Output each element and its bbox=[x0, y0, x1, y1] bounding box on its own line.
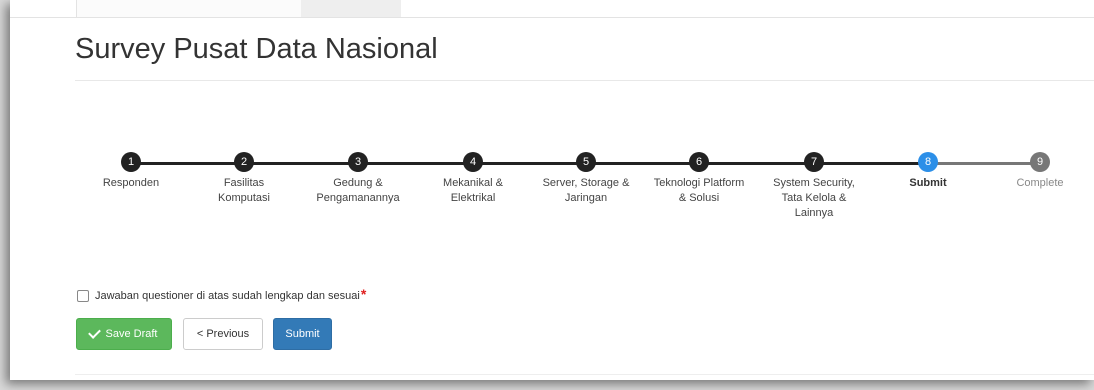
step-mekanikal-elektrikal[interactable]: 4 Mekanikal & Elektrikal bbox=[408, 152, 538, 206]
previous-label: < Previous bbox=[196, 328, 250, 340]
save-draft-button[interactable]: Save Draft bbox=[76, 318, 172, 350]
step-label: Submit bbox=[909, 177, 947, 189]
required-asterisk: * bbox=[360, 286, 367, 302]
step-number: 8 bbox=[918, 152, 938, 172]
step-number: 2 bbox=[234, 152, 254, 172]
step-label: Complete bbox=[1016, 177, 1064, 189]
title-divider bbox=[75, 80, 1094, 81]
step-number: 7 bbox=[804, 152, 824, 172]
confirm-checkbox[interactable] bbox=[77, 290, 89, 302]
step-label: Teknologi Platform & Solusi bbox=[653, 177, 745, 204]
step-label: System Security, Tata Kelola & Lainnya bbox=[773, 177, 855, 219]
step-label: Gedung & Pengamanannya bbox=[316, 177, 400, 204]
step-teknologi-platform-solusi[interactable]: 6 Teknologi Platform & Solusi bbox=[634, 152, 764, 206]
tab-first[interactable] bbox=[76, 0, 302, 17]
step-complete: 9 Complete bbox=[975, 152, 1094, 191]
step-submit[interactable]: 8 Submit bbox=[863, 152, 993, 191]
step-server-storage-jaringan[interactable]: 5 Server, Storage & Jaringan bbox=[521, 152, 651, 206]
step-label: Server, Storage & Jaringan bbox=[542, 177, 630, 204]
step-number: 6 bbox=[689, 152, 709, 172]
step-fasilitas-komputasi[interactable]: 2 Fasilitas Komputasi bbox=[179, 152, 309, 206]
step-label: Mekanikal & Elektrikal bbox=[443, 177, 503, 204]
survey-page: Survey Pusat Data Nasional 1 Responden 2… bbox=[10, 0, 1094, 380]
step-label: Responden bbox=[102, 177, 160, 189]
bottom-divider bbox=[75, 374, 1094, 375]
step-number: 9 bbox=[1030, 152, 1050, 172]
confirm-label: Jawaban questioner di atas sudah lengkap… bbox=[95, 290, 360, 302]
step-number: 3 bbox=[348, 152, 368, 172]
submit-button[interactable]: Submit bbox=[273, 318, 332, 350]
step-system-security[interactable]: 7 System Security, Tata Kelola & Lainnya bbox=[749, 152, 879, 221]
step-label: Fasilitas Komputasi bbox=[218, 177, 270, 204]
step-number: 1 bbox=[121, 152, 141, 172]
step-gedung-pengamanannya[interactable]: 3 Gedung & Pengamanannya bbox=[293, 152, 423, 206]
step-responden[interactable]: 1 Responden bbox=[66, 152, 196, 191]
step-number: 4 bbox=[463, 152, 483, 172]
save-draft-label: Save Draft bbox=[105, 328, 158, 340]
check-icon bbox=[87, 325, 101, 339]
confirm-checkbox-row[interactable]: Jawaban questioner di atas sudah lengkap… bbox=[77, 286, 367, 304]
tab-second[interactable] bbox=[301, 0, 401, 17]
previous-button[interactable]: < Previous bbox=[183, 318, 263, 350]
tab-strip bbox=[10, 0, 1094, 18]
step-number: 5 bbox=[576, 152, 596, 172]
submit-label: Submit bbox=[285, 328, 320, 340]
page-title: Survey Pusat Data Nasional bbox=[75, 33, 438, 65]
